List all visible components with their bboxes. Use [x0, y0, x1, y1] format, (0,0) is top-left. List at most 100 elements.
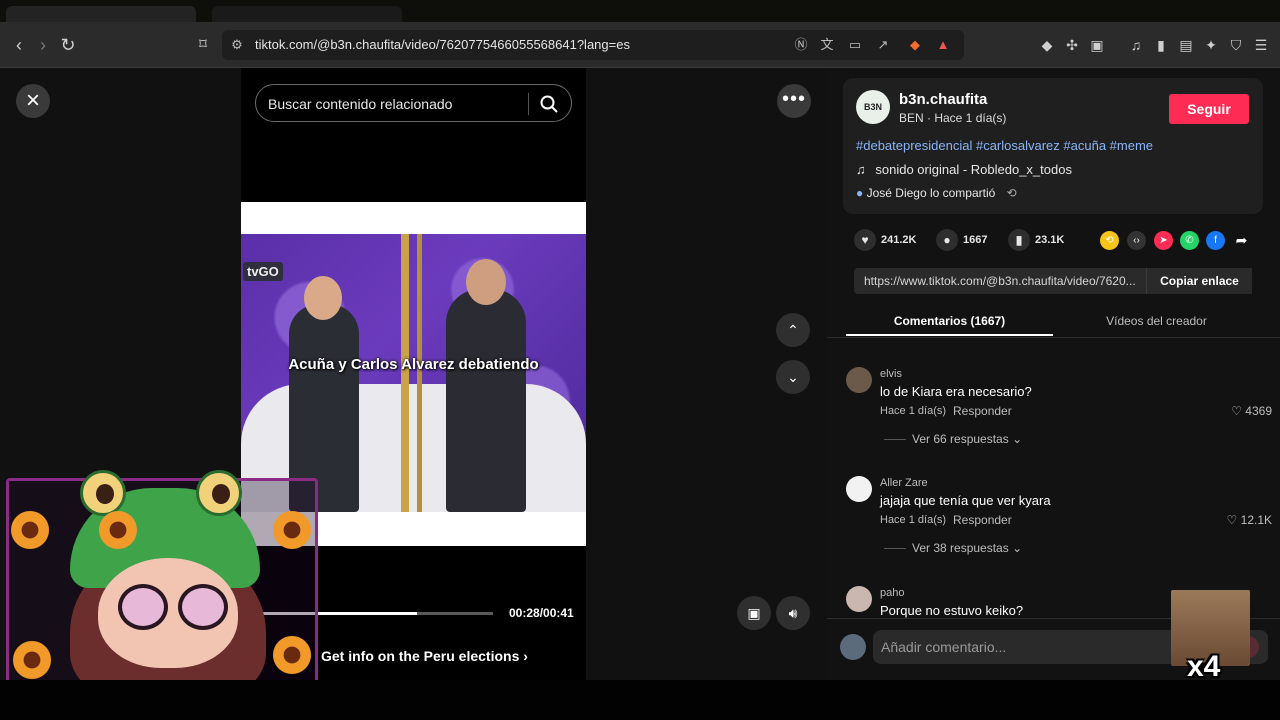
- repost-share-icon[interactable]: ⟲: [1100, 231, 1119, 250]
- video-time: 00:28/00:41: [509, 606, 574, 620]
- browser-tab[interactable]: [212, 6, 402, 22]
- heart-icon: ♥: [854, 229, 876, 252]
- brave-shield-icon[interactable]: ◆: [906, 36, 924, 54]
- comment-text: jajaja que tenía que ver kyara: [880, 493, 1051, 508]
- channel-logo: tvGO: [243, 262, 283, 281]
- tab-creator-videos[interactable]: Vídeos del creador: [1053, 306, 1260, 336]
- screenshot-icon[interactable]: ▣: [1087, 35, 1107, 55]
- like-button[interactable]: ♥ 241.2K: [854, 229, 917, 252]
- comment-like-button[interactable]: ♡ 4369: [1231, 404, 1272, 418]
- follow-button[interactable]: Seguir: [1169, 94, 1249, 124]
- comment-count: 1667: [963, 234, 988, 246]
- cast-icon[interactable]: ▭: [846, 36, 864, 54]
- wallet-icon[interactable]: ▤: [1176, 35, 1196, 55]
- next-video-icon[interactable]: ⌄: [776, 360, 810, 394]
- share-page-icon[interactable]: ↗: [874, 36, 892, 54]
- comment-text: lo de Kiara era necesario?: [880, 384, 1032, 399]
- sound-name: sonido original - Robledo_x_todos: [875, 162, 1072, 177]
- facebook-icon[interactable]: f: [1206, 231, 1225, 250]
- person-right-image: [446, 259, 526, 512]
- heart-outline-icon: ♡: [1231, 404, 1242, 418]
- sound-row[interactable]: ♫ sonido original - Robledo_x_todos: [856, 162, 1072, 177]
- sidebar-icon[interactable]: ▮: [1151, 35, 1171, 55]
- music-note-icon: ♫: [856, 162, 866, 177]
- divider: [528, 93, 529, 115]
- creator-avatar[interactable]: B3N: [856, 90, 890, 124]
- sunflower-image: [270, 633, 314, 677]
- commenter-name[interactable]: elvis: [880, 368, 902, 380]
- save-button[interactable]: ▮ 23.1K: [1008, 229, 1065, 252]
- bookmark-save-icon: ▮: [1008, 229, 1030, 252]
- commenter-avatar[interactable]: [846, 367, 872, 393]
- tab-comments[interactable]: Comentarios (1667): [846, 306, 1053, 336]
- comment-time: Hace 1 día(s): [880, 405, 947, 417]
- video-caption: Acuña y Carlos Alvarez debatiendo: [288, 356, 539, 373]
- copy-link-button[interactable]: Copiar enlace: [1146, 268, 1252, 294]
- comment-button[interactable]: ● 1667: [936, 229, 988, 252]
- pip-icon[interactable]: ▣: [737, 596, 771, 630]
- commenter-avatar[interactable]: [846, 476, 872, 502]
- translate-icon[interactable]: 文: [818, 36, 836, 54]
- elections-banner[interactable]: Get info on the Peru elections ›: [321, 648, 528, 664]
- previous-video-icon[interactable]: ⌃: [776, 313, 810, 347]
- embed-icon[interactable]: ‹›: [1127, 231, 1146, 250]
- url-field[interactable]: ⚙ tiktok.com/@b3n.chaufita/video/7620775…: [222, 30, 964, 60]
- comment-icon: ●: [936, 229, 958, 252]
- vpn-icon[interactable]: ⛉: [1226, 35, 1246, 55]
- forward-icon[interactable]: ›: [32, 34, 54, 56]
- comment-like-button[interactable]: ♡ 12.1K: [1227, 513, 1272, 527]
- repost-icon: ⟲: [1006, 186, 1017, 200]
- comment-time: Hace 1 día(s): [880, 514, 947, 526]
- extension-icon[interactable]: ◆: [1037, 35, 1057, 55]
- tab-strip: [0, 0, 1280, 22]
- volume-icon[interactable]: 🔊︎: [776, 596, 810, 630]
- ai-icon[interactable]: ✦: [1201, 35, 1221, 55]
- puzzle-icon[interactable]: ✣: [1062, 35, 1082, 55]
- hashtags[interactable]: #debatepresidencial #carlosalvarez #acuñ…: [856, 138, 1153, 153]
- back-icon[interactable]: ‹: [8, 34, 30, 56]
- bookmark-icon[interactable]: ⌑: [192, 34, 214, 56]
- chevron-down-icon: ⌄: [1012, 541, 1023, 555]
- sunflower-image: [8, 508, 52, 552]
- shared-by-row: ● José Diego lo compartió ⟲: [856, 186, 1017, 200]
- more-options-icon[interactable]: •••: [777, 84, 811, 118]
- share-link-row: https://www.tiktok.com/@b3n.chaufita/vid…: [854, 268, 1252, 294]
- search-input[interactable]: Buscar contenido relacionado: [255, 84, 572, 122]
- music-icon[interactable]: ♫: [1126, 35, 1146, 55]
- send-to-friend-icon[interactable]: ➤: [1154, 231, 1173, 250]
- sticker-text: x4: [1187, 650, 1221, 683]
- close-icon[interactable]: ×: [16, 84, 50, 118]
- reader-icon[interactable]: Ⓝ: [792, 36, 810, 54]
- creator-meta: BEN · Hace 1 día(s): [899, 111, 1007, 125]
- view-replies-button[interactable]: Ver 66 respuestas ⌄: [884, 432, 1022, 446]
- view-replies-text: Ver 66 respuestas: [912, 432, 1009, 446]
- avatar-glasses: [118, 584, 168, 630]
- comment-text: Porque no estuvo keiko?: [880, 603, 1024, 618]
- commenter-name[interactable]: Aller Zare: [880, 477, 928, 489]
- current-user-avatar: [840, 634, 866, 660]
- rewards-icon[interactable]: ▲: [934, 36, 952, 54]
- reload-icon[interactable]: ↻: [57, 34, 79, 56]
- commenter-name[interactable]: paho: [880, 587, 904, 599]
- browser-tab[interactable]: [6, 6, 196, 22]
- creator-username[interactable]: b3n.chaufita: [899, 91, 987, 108]
- search-icon[interactable]: [538, 93, 560, 115]
- laughing-sticker: x4: [1171, 590, 1250, 688]
- commenter-avatar[interactable]: [846, 586, 872, 612]
- chevron-down-icon: ⌄: [1012, 432, 1023, 446]
- whatsapp-icon[interactable]: ✆: [1180, 231, 1199, 250]
- details-panel: B3N b3n.chaufita BEN · Hace 1 día(s) Seg…: [827, 68, 1280, 680]
- more-share-icon[interactable]: ➦: [1232, 231, 1251, 250]
- comment-like-count: 12.1K: [1240, 513, 1272, 527]
- menu-icon[interactable]: ☰: [1251, 35, 1271, 55]
- view-replies-button[interactable]: Ver 38 respuestas ⌄: [884, 541, 1022, 555]
- sunflower-image: [96, 508, 140, 552]
- reply-button[interactable]: Responder: [953, 513, 1012, 527]
- reply-button[interactable]: Responder: [953, 404, 1012, 418]
- like-count: 241.2K: [881, 234, 917, 246]
- tab-divider: [827, 337, 1280, 338]
- site-info-icon[interactable]: ⚙: [228, 36, 246, 54]
- shared-by-text: José Diego lo compartió: [866, 186, 996, 200]
- share-link[interactable]: https://www.tiktok.com/@b3n.chaufita/vid…: [864, 274, 1136, 288]
- save-count: 23.1K: [1035, 234, 1065, 246]
